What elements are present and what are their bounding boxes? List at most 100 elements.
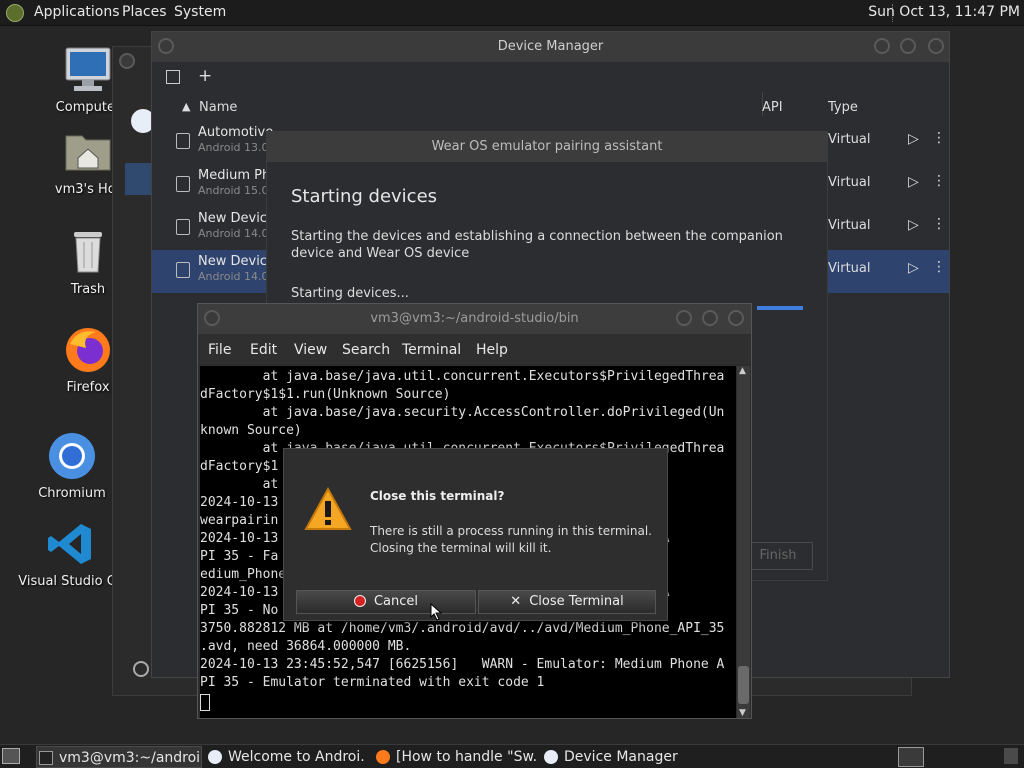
- cancel-label: Cancel: [373, 594, 419, 609]
- more-options-icon[interactable]: ⋮: [932, 216, 946, 232]
- close-terminal-button[interactable]: ✕ Close Terminal: [478, 590, 656, 614]
- play-icon[interactable]: ▷: [908, 260, 919, 276]
- taskbar-label: vm3@vm3:~/androi...: [59, 750, 202, 766]
- device-name: New Devic: [198, 211, 267, 226]
- close-terminal-dialog[interactable]: Close this terminal? There is still a pr…: [283, 448, 668, 621]
- maximize-button[interactable]: [702, 310, 718, 326]
- wear-status: Starting devices...: [291, 286, 409, 301]
- device-manager-titlebar[interactable]: Device Manager: [152, 32, 949, 62]
- trash-applet-icon[interactable]: [1004, 748, 1018, 764]
- device-subtitle: Android 14.0: [198, 227, 269, 240]
- distro-logo-icon[interactable]: [6, 4, 24, 22]
- menu-file[interactable]: File: [208, 342, 231, 358]
- play-icon[interactable]: ▷: [908, 174, 919, 190]
- settings-gear-icon[interactable]: [133, 661, 149, 677]
- play-icon[interactable]: ▷: [908, 217, 919, 233]
- device-name: Automotive: [198, 125, 274, 140]
- wear-description: Starting the devices and establishing a …: [291, 229, 783, 261]
- device-grid-icon[interactable]: [166, 70, 180, 84]
- dialog-message-line2: Closing the terminal will kill it.: [370, 541, 552, 555]
- window-menu-button[interactable]: [158, 38, 174, 54]
- device-icon: [176, 176, 190, 192]
- device-type: Virtual: [828, 132, 871, 147]
- taskbar-label: Welcome to Androi...: [228, 749, 366, 765]
- scroll-down-arrow-icon[interactable]: ▼: [739, 708, 746, 718]
- menu-help[interactable]: Help: [476, 342, 508, 358]
- wear-dialog-titlebar[interactable]: Wear OS emulator pairing assistant: [267, 132, 827, 162]
- close-button[interactable]: [728, 310, 744, 326]
- more-options-icon[interactable]: ⋮: [932, 259, 946, 275]
- window-title: Device Manager: [497, 39, 604, 54]
- desktop-icon-vscode[interactable]: Visual Studio Co: [16, 520, 126, 589]
- cancel-button[interactable]: Cancel: [296, 590, 476, 614]
- clock[interactable]: Sun Oct 13, 11:47 PM: [868, 4, 1020, 20]
- firefox-icon: [64, 326, 112, 374]
- device-type: Virtual: [828, 175, 871, 190]
- scroll-up-arrow-icon[interactable]: ▲: [739, 366, 746, 376]
- taskbar-label: [How to handle "Sw...: [396, 749, 538, 765]
- places-menu[interactable]: Places: [122, 4, 167, 20]
- show-desktop-icon[interactable]: [2, 748, 20, 764]
- device-subtitle: Android 15.0: [198, 184, 269, 197]
- device-icon: [176, 133, 190, 149]
- terminal-line: 2024-10-13 23:45:52,547 [6625156] WARN -…: [200, 657, 725, 672]
- device-type: Virtual: [828, 218, 871, 233]
- column-name[interactable]: Name: [199, 100, 237, 115]
- taskbar-label: Device Manager: [564, 749, 678, 765]
- sort-arrow-icon[interactable]: ▲: [182, 100, 190, 113]
- more-options-icon[interactable]: ⋮: [932, 130, 946, 146]
- trash-icon: [64, 228, 112, 276]
- system-menu[interactable]: System: [174, 4, 226, 20]
- menu-terminal[interactable]: Terminal: [402, 342, 461, 358]
- firefox-icon: [376, 750, 390, 764]
- more-options-icon[interactable]: ⋮: [932, 173, 946, 189]
- window-menu-button[interactable]: [204, 310, 220, 326]
- taskbar-item-welcome[interactable]: Welcome to Androi...: [206, 746, 366, 768]
- terminal-line: at java.base/java.util.concurrent.Execut…: [200, 369, 725, 384]
- device-name: Medium Ph: [198, 168, 271, 183]
- workspace-switcher-icon[interactable]: [898, 747, 924, 767]
- terminal-line: .avd, need 36864.000000 MB.: [200, 639, 412, 654]
- home-folder-icon: [64, 128, 112, 176]
- maximize-button[interactable]: [900, 38, 916, 54]
- taskbar: vm3@vm3:~/androi... Welcome to Androi...…: [0, 744, 1024, 768]
- terminal-icon: [39, 751, 53, 765]
- scrollbar-thumb[interactable]: [738, 666, 749, 704]
- taskbar-item-terminal[interactable]: vm3@vm3:~/androi...: [36, 746, 202, 768]
- finish-button[interactable]: Finish: [743, 542, 813, 570]
- taskbar-item-firefox[interactable]: [How to handle "Sw...: [374, 746, 538, 768]
- close-terminal-label: Close Terminal: [529, 594, 624, 609]
- desktop-icon-label: Visual Studio Co: [18, 574, 124, 589]
- column-api[interactable]: API: [762, 100, 783, 115]
- desktop-icon-chromium[interactable]: Chromium: [22, 432, 122, 501]
- add-device-icon[interactable]: +: [198, 66, 212, 86]
- android-studio-icon: [208, 750, 222, 764]
- computer-icon: [64, 46, 112, 94]
- applications-menu[interactable]: Applications: [34, 4, 120, 20]
- device-name: New Devic: [198, 254, 267, 269]
- desktop-icon-label: Chromium: [38, 486, 106, 501]
- device-subtitle: Android 14.0: [198, 270, 269, 283]
- column-type[interactable]: Type: [828, 100, 858, 115]
- menu-search[interactable]: Search: [342, 342, 390, 358]
- menu-view[interactable]: View: [294, 342, 327, 358]
- terminal-cursor: [200, 694, 210, 711]
- progress-bar: [757, 306, 803, 310]
- window-title: vm3@vm3:~/android-studio/bin: [370, 311, 579, 326]
- play-icon[interactable]: ▷: [908, 131, 919, 147]
- close-button[interactable]: [928, 38, 944, 54]
- menu-edit[interactable]: Edit: [250, 342, 277, 358]
- taskbar-item-device-manager[interactable]: Device Manager: [542, 746, 702, 768]
- minimize-button[interactable]: [874, 38, 890, 54]
- dialog-title: Wear OS emulator pairing assistant: [431, 139, 663, 154]
- minimize-button[interactable]: [676, 310, 692, 326]
- device-icon: [176, 219, 190, 235]
- wear-heading: Starting devices: [291, 186, 438, 207]
- terminal-scrollbar[interactable]: ▲ ▼: [737, 366, 750, 718]
- window-menu-button[interactable]: [119, 53, 135, 69]
- device-type: Virtual: [828, 261, 871, 276]
- top-panel: Applications Places System Sun Oct 13, 1…: [0, 0, 1024, 26]
- terminal-line: known Source): [200, 423, 302, 438]
- terminal-titlebar[interactable]: vm3@vm3:~/android-studio/bin: [198, 304, 751, 334]
- terminal-menubar: File Edit View Search Terminal Help: [198, 334, 751, 364]
